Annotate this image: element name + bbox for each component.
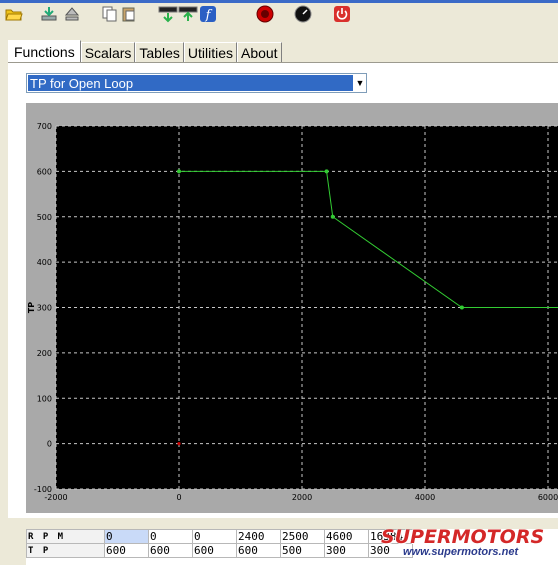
tab-about[interactable]: About bbox=[236, 42, 282, 62]
supermotors-watermark: SUPERMOTORS www.supermotors.net bbox=[381, 526, 558, 562]
table-cell[interactable]: 600 bbox=[236, 543, 281, 558]
chart-frame: -100 0 100 200 300 400 500 600 700 -2000 0 2000 4000… bbox=[26, 103, 558, 513]
copy-icon[interactable] bbox=[101, 5, 119, 23]
power-icon[interactable] bbox=[333, 5, 351, 23]
table-cell[interactable]: 0 bbox=[192, 529, 237, 544]
tab-bar: Functions Scalars Tables Utilities About bbox=[8, 40, 282, 62]
data-point bbox=[459, 305, 464, 310]
table-cell[interactable]: 2500 bbox=[280, 529, 325, 544]
y-tick-label: 700 bbox=[37, 122, 52, 131]
y-tick-label: 0 bbox=[47, 440, 52, 449]
table-cell[interactable]: 600 bbox=[104, 543, 149, 558]
y-tick-label: 200 bbox=[37, 349, 52, 358]
tab-functions[interactable]: Functions bbox=[8, 40, 81, 62]
table-cell[interactable]: 500 bbox=[280, 543, 325, 558]
x-tick-label: 0 bbox=[176, 493, 181, 502]
y-axis-label: TP bbox=[27, 302, 36, 313]
table-cell[interactable]: 4600 bbox=[324, 529, 369, 544]
y-tick-label: 600 bbox=[37, 167, 52, 176]
y-tick-label: 300 bbox=[37, 304, 52, 313]
table-row-tp: T P 600 600 600 600 500 300 300 bbox=[26, 543, 413, 558]
tab-tables[interactable]: Tables bbox=[135, 42, 184, 62]
data-point bbox=[330, 214, 335, 219]
row-header-tp: T P bbox=[26, 543, 105, 558]
eject-icon[interactable] bbox=[63, 5, 81, 23]
function-selector[interactable]: TP for Open Loop ▼ bbox=[26, 73, 367, 93]
x-tick-label: 2000 bbox=[292, 493, 312, 502]
x-tick-label: -2000 bbox=[44, 493, 67, 502]
chip-program-icon[interactable] bbox=[158, 5, 178, 23]
data-point bbox=[324, 169, 329, 174]
table-cell[interactable]: 600 bbox=[192, 543, 237, 558]
table-cell[interactable]: 600 bbox=[148, 543, 193, 558]
table-cell[interactable]: 300 bbox=[324, 543, 369, 558]
function-selector-value: TP for Open Loop bbox=[28, 75, 353, 91]
x-tick-label: 4000 bbox=[415, 493, 435, 502]
tp-chart: -1000100200300400500600700-2000 0 2000 4000… bbox=[27, 122, 558, 502]
table-cell[interactable]: 2400 bbox=[236, 529, 281, 544]
y-tick-label: 100 bbox=[37, 394, 52, 403]
table-cell[interactable]: 0 bbox=[104, 529, 149, 544]
table-cell[interactable]: 0 bbox=[148, 529, 193, 544]
y-tick-label: 400 bbox=[37, 258, 52, 267]
toolbar: f bbox=[0, 3, 558, 27]
origin-marker bbox=[177, 442, 181, 446]
paste-icon[interactable] bbox=[121, 5, 137, 23]
tab-scalars[interactable]: Scalars bbox=[80, 42, 136, 62]
chip-read-icon[interactable] bbox=[178, 5, 198, 23]
tab-utilities[interactable]: Utilities bbox=[183, 42, 237, 62]
y-tick-label: 500 bbox=[37, 213, 52, 222]
function-f-icon[interactable]: f bbox=[199, 5, 217, 23]
download-icon[interactable] bbox=[40, 5, 58, 23]
gauge-icon[interactable] bbox=[294, 5, 312, 23]
row-header-rpm: R P M bbox=[26, 529, 105, 544]
x-tick-label: 6000 bbox=[538, 493, 558, 502]
watermark-logo: SUPERMOTORS bbox=[381, 526, 545, 548]
folder-open-icon[interactable] bbox=[5, 5, 23, 23]
chevron-down-icon[interactable]: ▼ bbox=[354, 74, 366, 92]
table-row-rpm: R P M 0 0 0 2400 2500 4600 16384 bbox=[26, 529, 413, 544]
data-point bbox=[177, 169, 181, 174]
stop-icon[interactable] bbox=[256, 5, 274, 23]
